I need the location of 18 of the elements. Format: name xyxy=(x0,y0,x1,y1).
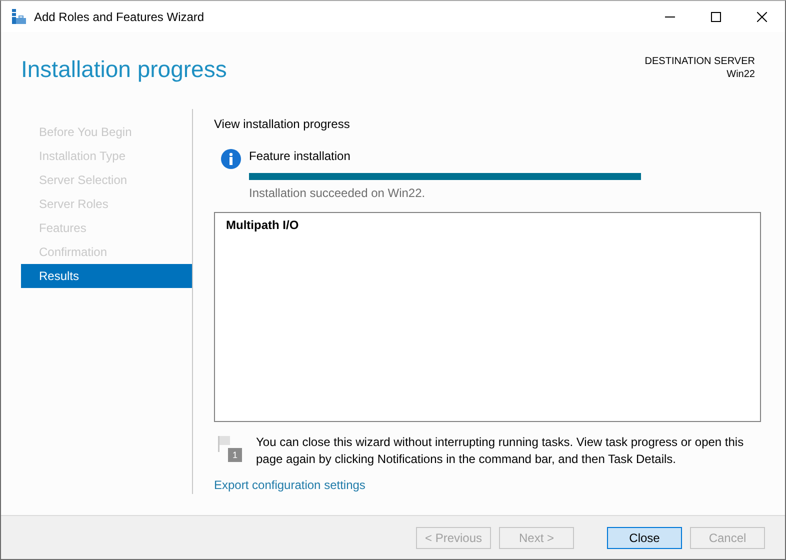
flag-icon xyxy=(218,436,230,452)
window-title: Add Roles and Features Wizard xyxy=(34,10,206,24)
wizard-button[interactable]: Close xyxy=(607,526,682,548)
close-icon xyxy=(757,12,767,22)
task-title: Feature installation xyxy=(249,149,352,163)
status-text: Installation succeeded on Win22. xyxy=(249,186,426,200)
export-link[interactable]: Export configuration settings xyxy=(214,478,366,492)
wizard-step[interactable]: Results xyxy=(21,264,192,288)
result-item: Multipath I/O xyxy=(226,217,300,233)
section-heading: View installation progress xyxy=(214,117,351,133)
page-title: Installation progress xyxy=(21,56,227,84)
maximize-icon xyxy=(711,12,721,22)
info-icon xyxy=(221,149,241,169)
destination-label: DESTINATION SERVER xyxy=(644,55,755,68)
count-badge: 1 xyxy=(228,448,242,462)
destination-server: Win22 xyxy=(726,68,755,81)
info-note: You can close this wizard without interrupting running tasks. View task progress or open this page again by clicking Notifications in the command bar, and then Task Details. xyxy=(256,434,745,468)
app-icon xyxy=(11,8,27,24)
